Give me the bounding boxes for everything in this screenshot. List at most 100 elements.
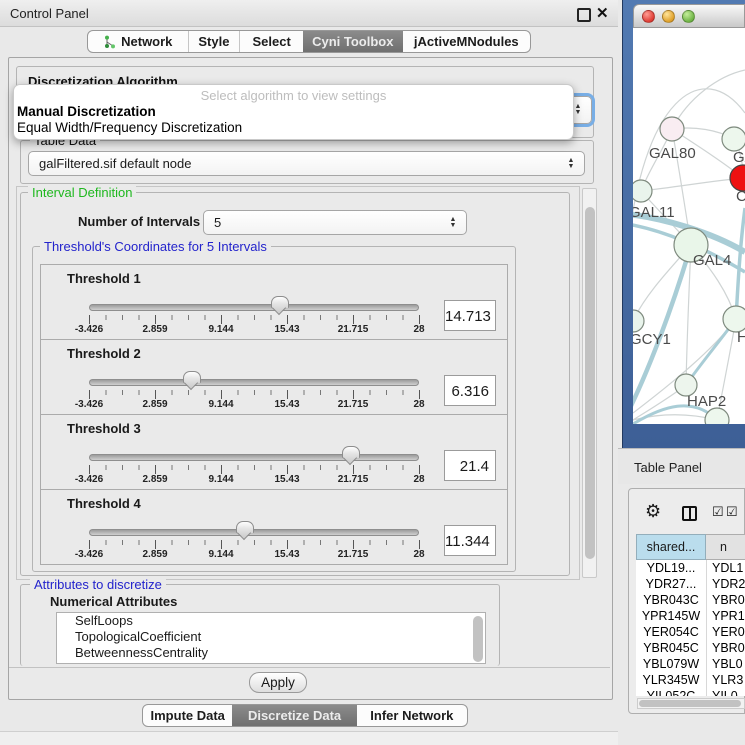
numerical-attributes-list: SelfLoops TopologicalCoefficient Between… [56, 612, 486, 664]
algorithm-dropdown-popup: Select algorithm to view settings Manual… [13, 84, 574, 140]
threshold-1-value-field[interactable]: 14.713 [444, 300, 496, 331]
threshold-1-slider-track[interactable] [89, 304, 419, 311]
apply-button[interactable]: Apply [249, 672, 307, 693]
tab-select[interactable]: Select [239, 31, 303, 52]
vertical-scrollbar-thumb[interactable] [585, 207, 595, 559]
table-cell[interactable]: YER0 [712, 625, 745, 639]
close-traffic-light[interactable] [642, 10, 655, 23]
tab-cyni-toolbox-label: Cyni Toolbox [312, 34, 393, 49]
minimize-traffic-light[interactable] [662, 10, 675, 23]
list-item-topologicalcoefficient[interactable]: TopologicalCoefficient [57, 629, 485, 645]
tab-cyni-toolbox[interactable]: Cyni Toolbox [303, 31, 403, 52]
table-cell[interactable]: YIL052C [636, 689, 706, 696]
table-cell[interactable]: YDR27... [636, 577, 706, 591]
threshold-2-label: Threshold 2 [67, 346, 141, 361]
table-cell[interactable]: YBL079W [636, 657, 706, 671]
vertical-scrollbar[interactable] [582, 188, 597, 578]
table-cell[interactable]: YDR2 [712, 577, 745, 591]
slider-major-ticks [89, 390, 420, 399]
node-label: GAL4 [693, 252, 731, 269]
table-cell[interactable]: YLR345W [636, 673, 706, 687]
tick-label: -3.426 [61, 474, 117, 485]
threshold-3-slider-track[interactable] [89, 454, 419, 461]
table-cell[interactable]: YBR045C [636, 641, 706, 655]
node-gal11[interactable] [633, 180, 652, 202]
tab-style-label: Style [198, 34, 229, 49]
threshold-4-slider-thumb[interactable] [236, 521, 254, 533]
table-cell[interactable]: YPR1 [712, 609, 745, 623]
numerical-attributes-label: Numerical Attributes [50, 594, 177, 609]
threshold-4-value-field[interactable]: 11.344 [444, 525, 496, 556]
node-gal80[interactable] [660, 117, 684, 141]
tick-label: 2.859 [127, 549, 183, 560]
tick-label: 15.43 [259, 549, 315, 560]
float-window-icon[interactable] [577, 8, 591, 22]
table-cell[interactable]: YBR0 [712, 641, 745, 655]
tick-label: 28 [391, 399, 447, 410]
table-cell[interactable]: YBL0 [712, 657, 743, 671]
node-top-right[interactable] [722, 127, 745, 151]
table-data-combobox[interactable]: galFiltered.sif default node [28, 151, 585, 176]
table-cell[interactable]: YPR145W [636, 609, 706, 623]
tick-label: 9.144 [193, 474, 249, 485]
tab-discretize-data-label: Discretize Data [248, 708, 341, 723]
threshold-3-value-field[interactable]: 21.4 [444, 450, 496, 481]
tick-label: -3.426 [61, 549, 117, 560]
panel-title: Control Panel [10, 6, 89, 21]
table-cell[interactable]: YDL19... [636, 561, 706, 575]
number-of-intervals-combobox[interactable]: 5 [203, 210, 467, 235]
threshold-3-label: Threshold 3 [67, 421, 141, 436]
list-item-betweennesscentrality[interactable]: BetweennessCentrality [57, 645, 485, 661]
dropdown-option-manual-discretization[interactable]: Manual Discretization [17, 104, 156, 119]
threshold-1-panel: Threshold 1 -3.426 2.859 9.144 15.43 21.… [40, 264, 508, 340]
tick-label: 21.715 [325, 549, 381, 560]
tick-label: 15.43 [259, 324, 315, 335]
tab-network-label: Network [121, 34, 172, 49]
number-of-intervals-label: Number of Intervals [78, 214, 200, 229]
tab-impute-data-label: Impute Data [151, 708, 225, 723]
tab-discretize-data[interactable]: Discretize Data [232, 705, 356, 726]
tab-style[interactable]: Style [188, 31, 240, 52]
close-icon[interactable]: ✕ [596, 4, 609, 22]
node-label: H [737, 329, 745, 346]
tick-label: 21.715 [325, 399, 381, 410]
tab-jactivemnodules[interactable]: jActiveMNodules [403, 31, 530, 52]
threshold-3-panel: Threshold 3 -3.426 2.859 9.144 15.43 21.… [40, 414, 508, 490]
dropdown-option-equal-width-frequency[interactable]: Equal Width/Frequency Discretization [17, 120, 242, 135]
tick-label: 28 [391, 549, 447, 560]
gear-icon[interactable]: ⚙ [645, 501, 661, 522]
horizontal-scrollbar[interactable] [637, 698, 745, 709]
threshold-3-slider-thumb[interactable] [342, 446, 360, 458]
tab-network[interactable]: Network [88, 31, 188, 52]
table-cell[interactable]: YIL0 [712, 689, 738, 696]
table-cell[interactable]: YLR3 [712, 673, 743, 687]
threshold-2-slider-thumb[interactable] [183, 371, 201, 383]
number-of-intervals-value: 5 [214, 215, 221, 230]
column-layout-icon[interactable] [682, 506, 697, 521]
node-bottom[interactable] [705, 408, 729, 424]
list-item-selfloops[interactable]: SelfLoops [57, 613, 485, 629]
table-cell[interactable]: YDL1 [712, 561, 743, 575]
tick-label: 2.859 [127, 474, 183, 485]
zoom-traffic-light[interactable] [682, 10, 695, 23]
table-cell[interactable]: YBR043C [636, 593, 706, 607]
tick-label: 2.859 [127, 324, 183, 335]
threshold-2-slider-track[interactable] [89, 379, 419, 386]
threshold-1-slider-thumb[interactable] [271, 296, 289, 308]
tab-impute-data[interactable]: Impute Data [143, 705, 232, 726]
tab-infer-network[interactable]: Infer Network [357, 705, 467, 726]
network-canvas[interactable]: GAL80 GA C GAL11 GAL4 GCY1 H HAP2 [633, 28, 745, 424]
list-scrollbar-thumb[interactable] [473, 616, 483, 662]
threshold-2-value-field[interactable]: 6.316 [444, 375, 496, 406]
checkbox-checked-icon[interactable]: ☑ [712, 504, 724, 520]
threshold-4-slider-track[interactable] [89, 529, 419, 536]
combo-arrows-icon [565, 158, 577, 170]
column-header-name[interactable]: n [706, 534, 745, 560]
node-gcy1[interactable] [633, 310, 644, 332]
column-header-shared-name[interactable]: shared... [636, 534, 706, 560]
checkbox-checked-icon[interactable]: ☑ [726, 504, 738, 520]
horizontal-scrollbar-thumb[interactable] [639, 700, 741, 707]
table-data-value: galFiltered.sif default node [39, 156, 191, 171]
table-cell[interactable]: YER054C [636, 625, 706, 639]
table-cell[interactable]: YBR0 [712, 593, 745, 607]
